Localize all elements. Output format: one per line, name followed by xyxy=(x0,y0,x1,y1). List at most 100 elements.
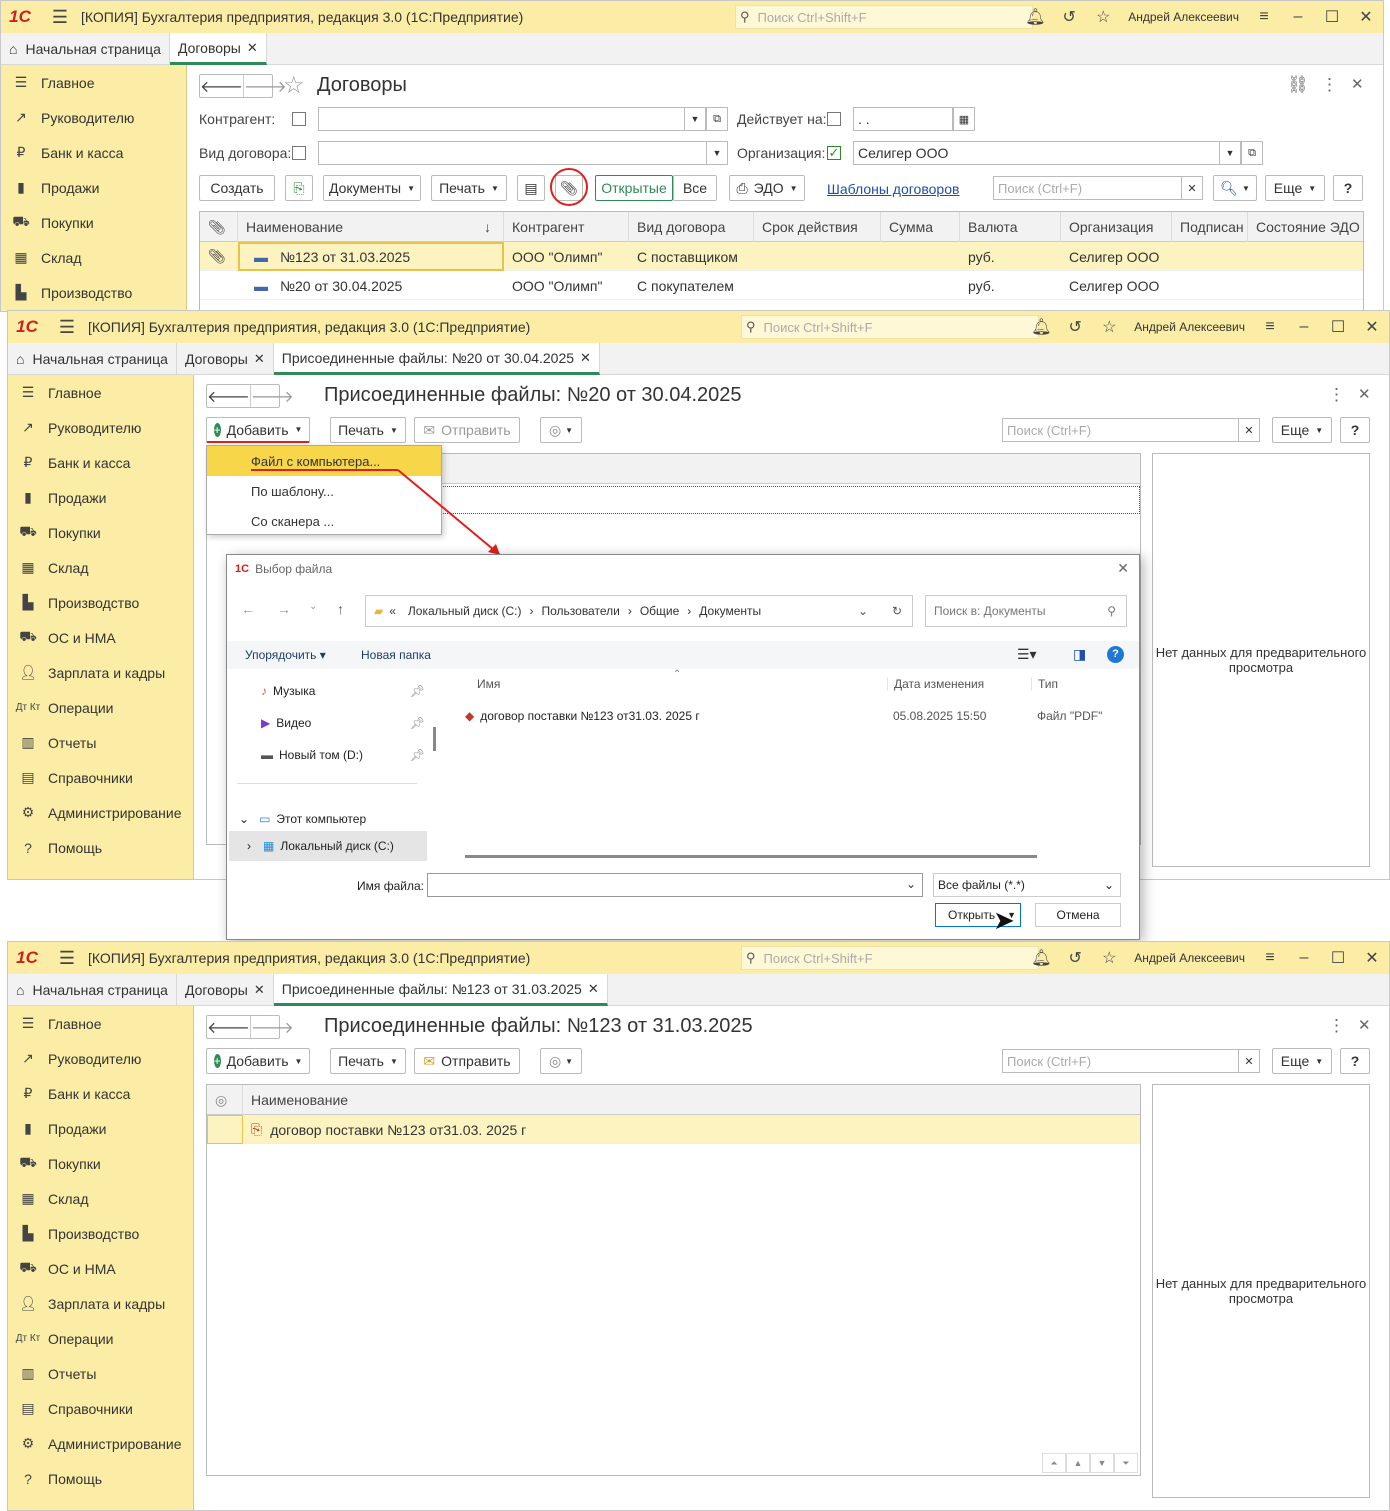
sidebar-item-sales[interactable]: ▮ Продажи xyxy=(1,170,186,205)
back-arrow-icon[interactable]: 🡐 xyxy=(200,75,243,97)
sidebar-item-production[interactable]: ▙ Производство xyxy=(8,1216,193,1251)
back-arrow-icon[interactable]: 🡐 xyxy=(207,385,250,407)
close-icon[interactable]: ✕ xyxy=(1355,317,1389,337)
col-type-header[interactable]: Тип xyxy=(1031,677,1058,691)
table-row[interactable]: ⎘ договор поставки №123 от31.03. 2025 г xyxy=(207,1115,1140,1144)
more-button[interactable]: Еще ▼ xyxy=(1272,417,1332,443)
print-button[interactable]: Печать ▼ xyxy=(330,1048,406,1074)
kontragent-field[interactable] xyxy=(318,107,692,131)
clear-search-icon[interactable]: ✕ xyxy=(1238,1049,1260,1073)
chevron-down-icon[interactable]: ⌄ xyxy=(906,877,916,891)
col-signed[interactable]: Подписан xyxy=(1172,212,1248,242)
filename-input[interactable]: ⌄ xyxy=(427,873,923,897)
sidebar-item-assets[interactable]: ⛟ ОС и НМА xyxy=(8,1251,193,1286)
kontragent-checkbox[interactable] xyxy=(292,112,306,126)
menu-icon[interactable]: ☰ xyxy=(56,317,78,338)
forward-arrow-icon[interactable]: 🡒 xyxy=(242,75,287,97)
address-bar[interactable]: ▰ « Локальный диск (C:) › Пользователи › О… xyxy=(365,595,913,627)
tab-attached-files[interactable]: Присоединенные файлы: №123 от 31.03.2025… xyxy=(273,974,608,1006)
list-icon[interactable]: ▤ xyxy=(517,175,545,201)
sidebar-item-sales[interactable]: ▮ Продажи xyxy=(8,480,193,515)
sidebar-item-purchases[interactable]: ⛟ Покупки xyxy=(8,1146,193,1181)
add-button[interactable]: + Добавить ▼ xyxy=(206,417,310,443)
back-arrow-icon[interactable]: ← xyxy=(241,601,255,617)
sidebar-item-salary[interactable]: 👤︎ Зарплата и кадры xyxy=(8,1286,193,1321)
global-search-input[interactable]: ⚲ Поиск Ctrl+Shift+F xyxy=(741,315,1039,339)
close-form-icon[interactable]: ✕ xyxy=(1358,1016,1371,1034)
page-up-icon[interactable]: ▲ xyxy=(1066,1453,1090,1473)
settings-lines-icon[interactable]: ≡ xyxy=(1247,8,1281,26)
menu-item-from-template[interactable]: По шаблону... xyxy=(207,476,441,506)
clear-search-icon[interactable]: ✕ xyxy=(1181,176,1203,200)
sidebar-item-main[interactable]: ☰ Главное xyxy=(8,1006,193,1041)
history-icon[interactable]: ↺ xyxy=(1058,948,1092,968)
send-button[interactable]: ✉ Отправить xyxy=(414,1048,520,1074)
sidebar-item-bank[interactable]: ₽ Банк и касса xyxy=(8,1076,193,1111)
row-name-cell[interactable]: ▬ №123 от 31.03.2025 xyxy=(238,242,504,271)
close-tab-icon[interactable]: ✕ xyxy=(580,350,591,366)
path-segment[interactable]: Общие xyxy=(640,604,679,618)
tab-home[interactable]: ⌂ Начальная страница xyxy=(1,33,170,65)
tab-contracts[interactable]: Договоры ✕ xyxy=(177,343,274,375)
table-row[interactable]: ▬ №20 от 30.04.2025 ООО "Олимп" С покупат… xyxy=(200,271,1363,300)
sidebar-item-operations[interactable]: Дт Кт Операции xyxy=(8,690,193,725)
user-name[interactable]: Андрей Алексеевич xyxy=(1128,10,1239,24)
create-copy-icon[interactable]: ⎘ xyxy=(285,175,313,201)
history-icon[interactable]: ↺ xyxy=(1052,7,1086,27)
cancel-button[interactable]: Отмена xyxy=(1035,903,1121,927)
col-vid[interactable]: Вид договора xyxy=(629,212,754,242)
up-arrow-icon[interactable]: ↑ xyxy=(337,601,344,617)
search-input[interactable]: Поиск (Ctrl+F) xyxy=(1002,418,1242,442)
last-page-icon[interactable]: ⏷ xyxy=(1114,1453,1138,1473)
col-edo-state[interactable]: Состояние ЭДО xyxy=(1248,212,1365,242)
view-icon[interactable]: ☰▾ xyxy=(1017,646,1037,663)
more-button[interactable]: Еще ▼ xyxy=(1272,1048,1332,1074)
sidebar-item-help[interactable]: ? Помощь xyxy=(8,1461,193,1496)
close-icon[interactable]: ✕ xyxy=(1349,7,1383,27)
nav-item-music[interactable]: ♪ Музыка 📌︎ xyxy=(261,679,425,703)
menu-item-from-computer[interactable]: Файл с компьютера... xyxy=(207,446,441,476)
preview-pane-icon[interactable]: ◨ xyxy=(1073,646,1086,663)
nav-scrollbar[interactable] xyxy=(433,727,436,751)
bell-icon[interactable]: 🔔︎ xyxy=(1018,7,1052,27)
page-down-icon[interactable]: ▼ xyxy=(1090,1453,1114,1473)
sidebar-item-catalogs[interactable]: ▤ Справочники xyxy=(8,1391,193,1426)
signature-button[interactable]: ◎ ▼ xyxy=(540,417,582,443)
global-search-input[interactable]: ⚲ Поиск Ctrl+Shift+F xyxy=(741,946,1039,970)
help-button[interactable]: ? xyxy=(1340,1048,1370,1074)
org-dropdown-icon[interactable]: ▼ xyxy=(1219,141,1241,165)
nav-item-video[interactable]: ▶ Видео 📌︎ xyxy=(261,711,425,735)
date-field[interactable]: . . xyxy=(853,107,953,131)
nav-item-drive-c[interactable]: › ▦ Локальный диск (C:) xyxy=(229,831,427,861)
settings-lines-icon[interactable]: ≡ xyxy=(1253,949,1287,967)
file-list-item[interactable]: ◆ договор поставки №123 от31.03. 2025 г 0… xyxy=(465,705,1125,727)
organize-button[interactable]: Упорядочить ▾ xyxy=(245,648,326,662)
sidebar-item-assets[interactable]: ⛟ ОС и НМА xyxy=(8,620,193,655)
close-tab-icon[interactable]: ✕ xyxy=(588,981,599,997)
deystvuet-checkbox[interactable] xyxy=(827,112,841,126)
vid-dropdown-icon[interactable]: ▼ xyxy=(706,141,728,165)
maximize-icon[interactable]: ☐ xyxy=(1321,948,1355,968)
col-valuta[interactable]: Валюта xyxy=(960,212,1061,242)
forward-arrow-icon[interactable]: → xyxy=(277,601,291,617)
history-icon[interactable]: ↺ xyxy=(1058,317,1092,337)
close-icon[interactable]: ✕ xyxy=(1117,560,1129,577)
edo-button[interactable]: ⎙ ЭДО ▼ xyxy=(729,175,805,201)
print-button[interactable]: Печать ▼ xyxy=(431,175,507,201)
maximize-icon[interactable]: ☐ xyxy=(1315,7,1349,27)
help-icon[interactable]: ? xyxy=(1107,646,1124,663)
search-input[interactable]: Поиск (Ctrl+F) xyxy=(1002,1049,1242,1073)
send-button[interactable]: ✉ Отправить xyxy=(414,417,520,443)
all-filter-button[interactable]: Все xyxy=(673,175,717,201)
col-name[interactable]: Наименование ↓ xyxy=(238,212,504,242)
documents-button[interactable]: Документы ▼ xyxy=(323,175,421,201)
tab-home[interactable]: ⌂ Начальная страница xyxy=(8,343,177,375)
print-button[interactable]: Печать ▼ xyxy=(330,417,406,443)
dialog-search-input[interactable]: Поиск в: Документы ⚲ xyxy=(925,595,1127,627)
sidebar-item-main[interactable]: ☰ Главное xyxy=(8,375,193,410)
close-tab-icon[interactable]: ✕ xyxy=(254,351,265,367)
sidebar-item-purchases[interactable]: ⛟ Покупки xyxy=(1,205,186,240)
sidebar-item-warehouse[interactable]: ▦ Склад xyxy=(8,550,193,585)
add-button[interactable]: + Добавить ▼ xyxy=(206,1048,310,1074)
close-form-icon[interactable]: ✕ xyxy=(1351,75,1364,93)
